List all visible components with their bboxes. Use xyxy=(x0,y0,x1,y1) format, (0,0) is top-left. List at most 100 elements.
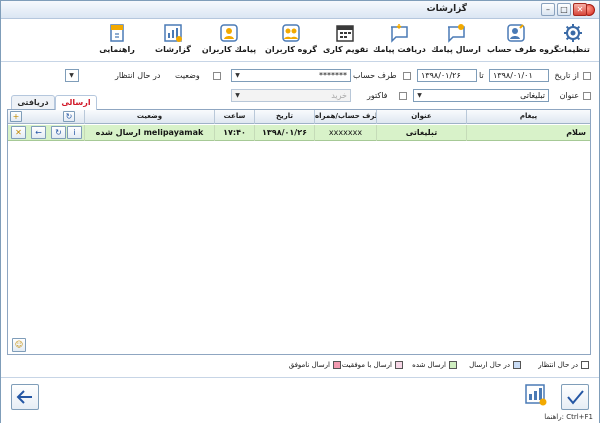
col-subject[interactable]: عنوان xyxy=(376,110,466,124)
legend-failed: ارسال ناموفق xyxy=(289,360,341,370)
purchase-dropdown-icon[interactable]: ▼ xyxy=(232,90,243,101)
reports-window: گزارشات – □ ✕ تنظیمات گروه طرف حساب ارسا… xyxy=(0,0,600,423)
cell-time: ۱۷:۴۰ xyxy=(214,125,254,141)
legend-sent-label: ارسال شده xyxy=(412,361,446,369)
user-groups-tool[interactable]: گروه كاربران xyxy=(265,22,317,60)
calendar-label: تقویم كاری xyxy=(323,45,369,54)
arrow-left-icon xyxy=(16,390,32,404)
row-refresh-icon[interactable]: ↻ xyxy=(51,126,66,139)
col-status[interactable]: وضعیت xyxy=(84,110,214,124)
row-back-icon[interactable]: ← xyxy=(31,126,46,139)
user-sms-label: پیامك كاربران xyxy=(201,45,257,54)
to-date-field[interactable]: ۱۳۹۸/۰۱/۲۶ xyxy=(417,69,477,82)
window-title: گزارشات xyxy=(426,4,467,14)
add-row-icon[interactable]: + xyxy=(10,111,22,122)
legend-success: ارسال با موفقیت xyxy=(342,360,403,370)
account-checkbox[interactable] xyxy=(403,72,411,80)
row-delete-icon[interactable]: ✕ xyxy=(11,126,26,139)
calendar-icon xyxy=(336,25,354,42)
from-date-value: ۱۳۹۸/۰۱/۰۱ xyxy=(493,71,533,80)
subject-field[interactable]: ▼ تبلیغاتی xyxy=(413,89,549,102)
grid-options-icon[interactable]: ☺ xyxy=(12,338,26,352)
contact-groups-tool[interactable]: گروه طرف حساب xyxy=(487,22,559,60)
export-report-button[interactable] xyxy=(523,382,551,408)
user-message-icon xyxy=(220,24,238,42)
invoice-label: فاكتور xyxy=(367,91,388,100)
invoice-checkbox[interactable] xyxy=(399,92,407,100)
status-dropdown[interactable]: ▼ xyxy=(65,69,79,82)
col-account[interactable]: طرف حساب/همراه xyxy=(314,110,376,124)
settings-tool[interactable]: تنظیمات xyxy=(553,22,593,60)
legend-sending: در حال ارسال xyxy=(469,360,521,370)
legend-sending-label: در حال ارسال xyxy=(469,361,510,369)
legend-pending-label: در حال انتظار xyxy=(538,361,578,369)
receive-message-icon xyxy=(391,24,408,43)
subject-checkbox[interactable] xyxy=(583,92,591,100)
send-sms-label: ارسال پیامك xyxy=(431,45,481,54)
send-sms-tool[interactable]: ارسال پیامك xyxy=(431,22,481,60)
send-message-icon xyxy=(448,24,465,43)
status-checkbox[interactable] xyxy=(213,72,221,80)
table-row[interactable]: ✕ ← ↻ i ارسال شده melipayamak ۱۷:۴۰ ۱۳۹۸… xyxy=(8,125,590,141)
settings-label: تنظیمات xyxy=(556,45,590,54)
row-info-icon[interactable]: i xyxy=(67,126,82,139)
col-message[interactable]: پیغام xyxy=(466,110,590,124)
legend-failed-label: ارسال ناموفق xyxy=(288,361,330,369)
subject-label: عنوان xyxy=(559,91,579,100)
cell-account: xxxxxxx xyxy=(314,125,376,141)
minimize-button[interactable]: – xyxy=(541,3,555,16)
from-date-field[interactable]: ۱۳۹۸/۰۱/۰۱ xyxy=(489,69,549,82)
status-dropdown-icon: ▼ xyxy=(69,72,74,79)
help-book-icon xyxy=(110,24,124,42)
bottom-bar: راهنما: Ctrl+F1 xyxy=(1,377,599,423)
tab-sent[interactable]: ارسالی xyxy=(55,95,97,110)
cell-message: سلام xyxy=(466,125,590,141)
purchase-field[interactable]: ▼ خرید xyxy=(231,89,351,102)
cell-subject: تبلیغاتی xyxy=(376,125,466,141)
legend-success-swatch xyxy=(395,361,403,369)
col-date[interactable]: تاریخ xyxy=(254,110,314,124)
purchase-placeholder: خرید xyxy=(331,91,347,100)
status-label: وضعیت xyxy=(175,71,200,80)
refresh-all-icon[interactable]: ↻ xyxy=(63,111,75,122)
legend-failed-swatch xyxy=(333,361,341,369)
confirm-button[interactable] xyxy=(561,384,589,410)
legend-success-label: ارسال با موفقیت xyxy=(341,361,392,369)
help-shortcut-hint: راهنما: Ctrl+F1 xyxy=(544,413,593,421)
to-date-label: تا xyxy=(479,71,484,80)
user-groups-label: گروه كاربران xyxy=(265,45,317,54)
legend-pending-swatch xyxy=(581,361,589,369)
legend-sending-swatch xyxy=(513,361,521,369)
status-value: در حال انتظار xyxy=(115,71,161,80)
reports-tool[interactable]: گزارشات xyxy=(151,22,195,60)
subject-value: تبلیغاتی xyxy=(520,91,545,100)
reports-label: گزارشات xyxy=(155,45,191,54)
help-label: راهنمایی xyxy=(99,45,135,54)
from-date-checkbox[interactable] xyxy=(583,72,591,80)
account-label: طرف حساب xyxy=(353,71,397,80)
tab-received-label: دریافتی xyxy=(17,98,49,107)
subject-dropdown-icon[interactable]: ▼ xyxy=(414,90,425,101)
receive-sms-label: دریافت پیامك xyxy=(373,45,426,54)
checkmark-icon xyxy=(567,390,584,405)
back-button[interactable] xyxy=(11,384,39,410)
col-time[interactable]: ساعت xyxy=(214,110,254,124)
legend-sent: ارسال شده xyxy=(412,360,457,370)
tab-received[interactable]: دریافتی xyxy=(11,95,55,109)
account-dropdown-icon[interactable]: ▼ xyxy=(232,70,243,81)
cell-date: ۱۳۹۸/۰۱/۲۶ xyxy=(254,125,314,141)
maximize-button[interactable]: □ xyxy=(557,3,571,16)
from-date-label: از تاریخ xyxy=(554,71,579,80)
help-tool[interactable]: راهنمایی xyxy=(95,22,139,60)
status-legend: در حال انتظار در حال ارسال ارسال شده ارس… xyxy=(7,357,591,373)
account-field[interactable]: ▼ ******* xyxy=(231,69,351,82)
calendar-tool[interactable]: تقویم كاری xyxy=(323,22,369,60)
gear-icon xyxy=(564,24,582,42)
receive-sms-tool[interactable]: دریافت پیامك xyxy=(373,22,426,60)
user-sms-tool[interactable]: پیامك كاربران xyxy=(201,22,257,60)
close-button[interactable]: ✕ xyxy=(573,3,587,16)
contact-group-icon xyxy=(507,24,525,42)
tab-sent-label: ارسالی xyxy=(61,98,91,107)
legend-pending: در حال انتظار xyxy=(538,360,589,370)
legend-sent-swatch xyxy=(449,361,457,369)
